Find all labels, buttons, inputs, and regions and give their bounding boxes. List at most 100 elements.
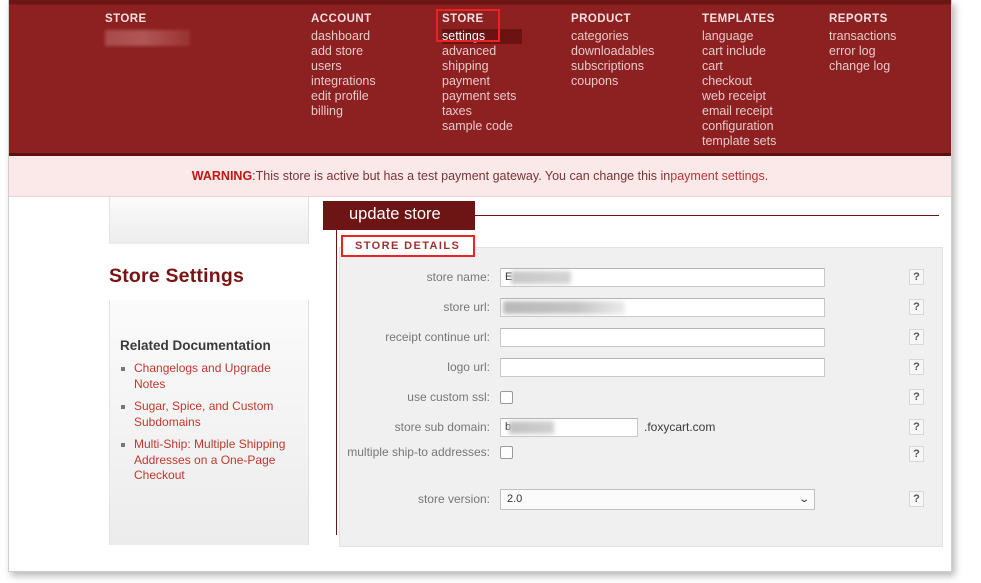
help-icon[interactable]: ? (909, 329, 924, 345)
nav-item-checkout[interactable]: checkout (702, 74, 782, 89)
tab-vertical-divider (336, 230, 337, 535)
nav-heading-store: STORE (442, 13, 484, 25)
nav-heading-account: ACCOUNT (311, 13, 372, 25)
nav-item-cart-include[interactable]: cart include (702, 44, 782, 59)
store-logo-redacted-icon (105, 30, 190, 46)
warning-period: . (764, 169, 769, 183)
nav-item-categories[interactable]: categories (571, 29, 660, 44)
nav-item-web-receipt[interactable]: web receipt (702, 89, 782, 104)
store-version-value: 2.0 (507, 493, 523, 505)
field-row-store-version: store version: 2.0 ⌄ ? (340, 484, 942, 514)
nav-column-account: ACCOUNT dashboard add store users integr… (311, 10, 382, 119)
redacted-overlay (509, 420, 554, 434)
nav-item-cart[interactable]: cart (702, 59, 782, 74)
nav-heading-product: PRODUCT (571, 13, 632, 25)
app-window: STORE ACCOUNT dashboard add store users … (8, 0, 952, 572)
store-details-legend: STORE DETAILS (341, 235, 476, 257)
nav-item-shipping[interactable]: shipping (442, 59, 522, 74)
nav-item-subscriptions[interactable]: subscriptions (571, 59, 660, 74)
store-details-fieldset: store name: E ? store url: ? receipt con… (339, 247, 943, 547)
nav-brand-label: STORE (105, 13, 147, 25)
nav-column-reports: REPORTS transactions error log change lo… (829, 10, 902, 74)
list-item[interactable]: Multi-Ship: Multiple Shipping Addresses … (120, 437, 296, 484)
help-icon[interactable]: ? (909, 359, 924, 375)
store-sub-domain-input[interactable]: b (500, 417, 638, 437)
related-documentation-panel: Related Documentation Changelogs and Upg… (109, 300, 309, 545)
help-icon[interactable]: ? (909, 491, 924, 507)
nav-item-sample-code[interactable]: sample code (442, 119, 522, 134)
sidebar-top-panel (109, 197, 309, 244)
chevron-down-icon: ⌄ (797, 493, 810, 505)
related-documentation-list: Changelogs and Upgrade Notes Sugar, Spic… (120, 361, 296, 484)
sidebar: Store Settings Related Documentation Cha… (101, 197, 309, 571)
related-documentation-heading: Related Documentation (120, 338, 271, 353)
multiple-ship-to-checkbox[interactable] (500, 446, 513, 459)
help-icon[interactable]: ? (909, 446, 924, 462)
label-use-custom-ssl: use custom ssl: (407, 389, 490, 404)
nav-heading-reports: REPORTS (829, 13, 888, 25)
nav-item-language[interactable]: language (702, 29, 782, 44)
global-navigation: STORE ACCOUNT dashboard add store users … (9, 0, 951, 156)
warning-banner: WARNING: This store is active but has a … (9, 156, 951, 197)
nav-item-configuration[interactable]: configuration (702, 119, 782, 134)
nav-item-taxes[interactable]: taxes (442, 104, 522, 119)
store-name-input[interactable]: E (500, 267, 825, 287)
nav-heading-templates: TEMPLATES (702, 13, 775, 25)
label-receipt-continue-url: receipt continue url: (385, 329, 490, 344)
nav-item-billing[interactable]: billing (311, 104, 382, 119)
nav-item-payment-sets[interactable]: payment sets (442, 89, 522, 104)
store-url-input[interactable] (500, 297, 825, 317)
nav-item-settings[interactable]: settings (442, 29, 523, 44)
field-row-receipt-continue-url: receipt continue url: ? (340, 322, 942, 352)
use-custom-ssl-checkbox[interactable] (500, 390, 513, 404)
store-sub-domain-suffix: .foxycart.com (644, 420, 716, 434)
tab-update-store[interactable]: update store (323, 201, 475, 230)
nav-item-downloadables[interactable]: downloadables (571, 44, 660, 59)
nav-item-change-log[interactable]: change log (829, 59, 902, 74)
nav-item-users[interactable]: users (311, 59, 382, 74)
label-store-version: store version: (417, 491, 490, 506)
help-icon[interactable]: ? (909, 419, 924, 435)
list-item[interactable]: Changelogs and Upgrade Notes (120, 361, 296, 392)
nav-item-integrations[interactable]: integrations (311, 74, 382, 89)
field-row-store-name: store name: E ? (340, 262, 942, 292)
nav-item-add-store[interactable]: add store (311, 44, 382, 59)
page-content: Store Settings Related Documentation Cha… (9, 197, 951, 571)
help-icon[interactable]: ? (909, 269, 924, 285)
nav-column-templates: TEMPLATES language cart include cart che… (702, 10, 782, 149)
list-item[interactable]: Sugar, Spice, and Custom Subdomains (120, 399, 296, 430)
nav-item-transactions[interactable]: transactions (829, 29, 902, 44)
nav-item-advanced[interactable]: advanced (442, 44, 522, 59)
redacted-overlay (503, 300, 625, 314)
page-title: Store Settings (109, 265, 244, 287)
nav-item-edit-profile[interactable]: edit profile (311, 89, 382, 104)
field-row-logo-url: logo url: ? (340, 352, 942, 382)
nav-item-email-receipt[interactable]: email receipt (702, 104, 782, 119)
receipt-continue-url-input[interactable] (500, 327, 825, 347)
label-store-name: store name: (426, 269, 490, 284)
redacted-overlay (511, 270, 571, 284)
field-row-store-sub-domain: store sub domain: b .foxycart.com ? (340, 412, 942, 442)
warning-text: This store is active but has a test paym… (255, 169, 671, 183)
field-row-multiple-ship-to: multiple ship-to addresses: ? (340, 442, 942, 472)
field-row-use-custom-ssl: use custom ssl: ? (340, 382, 942, 412)
help-icon[interactable]: ? (909, 299, 924, 315)
update-store-form: update store store name: E ? store url: (319, 197, 947, 571)
store-version-select[interactable]: 2.0 ⌄ (500, 488, 815, 510)
nav-item-template-sets[interactable]: template sets (702, 134, 782, 149)
logo-url-input[interactable] (500, 357, 825, 377)
nav-item-error-log[interactable]: error log (829, 44, 902, 59)
nav-column-store: STORE settings advanced shipping payment… (442, 10, 523, 134)
nav-brand[interactable]: STORE (105, 10, 147, 29)
label-store-url: store url: (443, 299, 490, 314)
help-icon[interactable]: ? (909, 389, 924, 405)
payment-settings-link[interactable]: payment settings (670, 169, 765, 183)
field-row-store-url: store url: ? (340, 292, 942, 322)
nav-item-coupons[interactable]: coupons (571, 74, 660, 89)
tab-rule-divider (469, 215, 939, 216)
nav-item-payment[interactable]: payment (442, 74, 522, 89)
warning-label: WARNING (191, 169, 253, 183)
label-logo-url: logo url: (447, 359, 490, 374)
nav-item-dashboard[interactable]: dashboard (311, 29, 382, 44)
nav-column-product: PRODUCT categories downloadables subscri… (571, 10, 660, 89)
